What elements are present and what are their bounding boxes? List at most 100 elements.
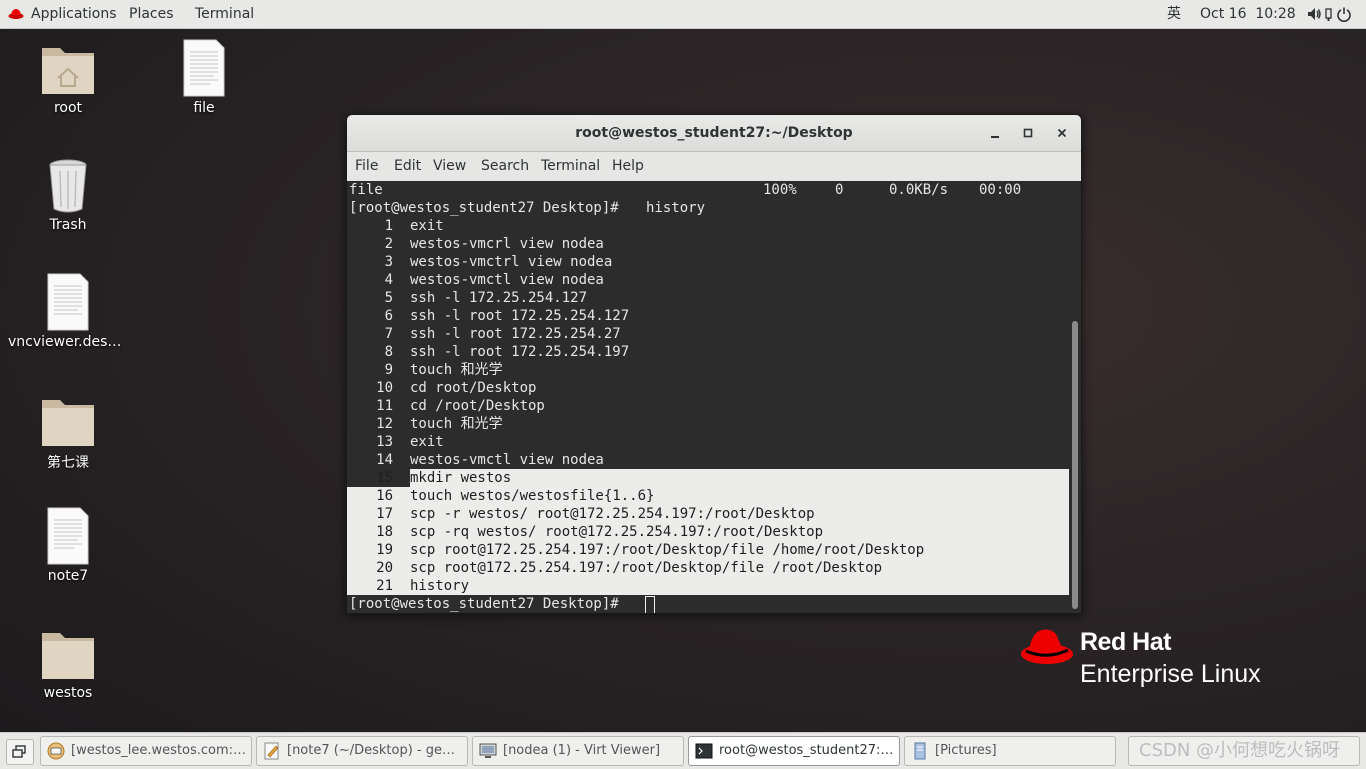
csdn-watermark: CSDN @小何想吃火锅呀 bbox=[1128, 736, 1360, 766]
history-command: scp root@172.25.254.197:/root/Desktop/fi… bbox=[410, 560, 883, 576]
folder-icon bbox=[42, 633, 94, 679]
transfer-filename: file bbox=[349, 182, 383, 198]
shell-command: history bbox=[646, 200, 706, 216]
history-command: ssh -l root 172.25.254.127 bbox=[410, 308, 630, 324]
desktop-icon-note7[interactable]: note7 bbox=[8, 506, 128, 584]
history-number: 2 bbox=[384, 236, 393, 252]
desktop-icon-trash[interactable]: Trash bbox=[8, 155, 128, 233]
brand-name: Red Hat bbox=[1080, 628, 1171, 656]
maximize-icon[interactable] bbox=[1020, 125, 1036, 141]
menu-file[interactable]: File bbox=[355, 152, 378, 180]
history-number: 11 bbox=[376, 398, 393, 414]
history-command: ssh -l root 172.25.254.27 bbox=[410, 326, 621, 342]
history-command: westos-vmctl view nodea bbox=[410, 272, 604, 288]
terminal-window[interactable]: root@westos_student27:~/Desktop File Edi… bbox=[346, 114, 1082, 614]
desktop-icon-lesson7[interactable]: 第七课 bbox=[8, 390, 128, 472]
taskbar-item-vnc[interactable]: [westos_lee.westos.com:8 … bbox=[40, 736, 252, 766]
text-editor-icon bbox=[264, 742, 279, 760]
history-number: 18 bbox=[376, 524, 393, 540]
applications-menu[interactable]: Applications bbox=[31, 0, 117, 28]
desktop-icon-vncviewer[interactable]: vncviewer.deskt… bbox=[8, 272, 128, 350]
history-command: ssh -l root 172.25.254.197 bbox=[410, 344, 630, 360]
transfer-percent: 100% bbox=[763, 182, 797, 198]
menu-view[interactable]: View bbox=[433, 152, 466, 180]
terminal-app-menu[interactable]: Terminal bbox=[195, 0, 254, 28]
history-command: touch westos/westosfile{1..6} bbox=[410, 488, 655, 504]
document-icon bbox=[183, 39, 225, 97]
desktop-icon-label: vncviewer.deskt… bbox=[8, 334, 128, 350]
taskbar-item-label: [nodea (1) - Virt Viewer] bbox=[503, 743, 661, 758]
taskbar-item-gedit[interactable]: [note7 (~/Desktop) - gedit] bbox=[256, 736, 468, 766]
history-number: 1 bbox=[384, 218, 393, 234]
history-number: 15 bbox=[376, 470, 393, 486]
history-command: scp -r westos/ root@172.25.254.197:/root… bbox=[410, 506, 815, 522]
terminal-scrollbar[interactable] bbox=[1069, 181, 1081, 613]
taskbar-item-label: [Pictures] bbox=[935, 743, 997, 758]
vnc-icon bbox=[47, 742, 65, 760]
desktop-icon-label: 第七课 bbox=[47, 455, 89, 471]
taskbar-item-virt-viewer[interactable]: [nodea (1) - Virt Viewer] bbox=[472, 736, 684, 766]
scrollbar-thumb[interactable] bbox=[1072, 321, 1078, 609]
history-command: scp root@172.25.254.197:/root/Desktop/fi… bbox=[410, 542, 925, 558]
menu-search[interactable]: Search bbox=[481, 152, 529, 180]
history-command: westos-vmcrl view nodea bbox=[410, 236, 604, 252]
history-command: ssh -l 172.25.254.127 bbox=[410, 290, 588, 306]
history-command: mkdir westos bbox=[410, 470, 512, 486]
desktop-icon-westos[interactable]: westos bbox=[8, 623, 128, 701]
menu-help[interactable]: Help bbox=[612, 152, 644, 180]
close-icon[interactable] bbox=[1054, 125, 1070, 141]
top-panel: Applications Places Terminal 英 Oct 16 10… bbox=[0, 0, 1366, 29]
text-cursor bbox=[645, 596, 655, 613]
taskbar-item-files[interactable]: [Pictures] bbox=[904, 736, 1116, 766]
history-number: 7 bbox=[384, 326, 393, 342]
history-command: westos-vmctrl view nodea bbox=[410, 254, 613, 270]
desktop-icon-label: file bbox=[193, 100, 215, 116]
network-icon[interactable] bbox=[1325, 6, 1333, 22]
bottom-taskbar: [westos_lee.westos.com:8 … [note7 (~/Des… bbox=[0, 732, 1366, 769]
minimize-icon[interactable] bbox=[987, 125, 1003, 141]
trash-icon bbox=[49, 159, 87, 213]
file-manager-icon bbox=[914, 742, 926, 760]
desktop-icon-label: note7 bbox=[47, 568, 89, 584]
history-number: 8 bbox=[384, 344, 393, 360]
taskbar-item-label: root@westos_student27:~… bbox=[719, 743, 895, 758]
terminal-output[interactable]: file 100% 0 0.0KB/s 00:00 [root@westos_s… bbox=[347, 181, 1069, 613]
transfer-rate: 0.0KB/s bbox=[889, 182, 949, 198]
history-number: 14 bbox=[376, 452, 393, 468]
history-command: westos-vmctl view nodea bbox=[410, 452, 604, 468]
product-name: Enterprise Linux bbox=[1080, 660, 1261, 688]
transfer-time: 00:00 bbox=[979, 182, 1022, 198]
desktop-icon-root[interactable]: root bbox=[8, 38, 128, 116]
desktop-icon-label: root bbox=[53, 100, 83, 116]
history-number: 4 bbox=[384, 272, 393, 288]
menu-edit[interactable]: Edit bbox=[394, 152, 421, 180]
history-number: 10 bbox=[376, 380, 393, 396]
history-number: 12 bbox=[376, 416, 393, 432]
history-command: history bbox=[410, 578, 470, 594]
document-icon bbox=[47, 507, 89, 565]
home-folder-icon bbox=[42, 48, 94, 94]
taskbar-item-terminal[interactable]: root@westos_student27:~… bbox=[688, 736, 900, 766]
history-command: scp -rq westos/ root@172.25.254.197:/roo… bbox=[410, 524, 824, 540]
redhat-logo: Red Hat Enterprise Linux bbox=[1020, 626, 1290, 696]
history-number: 20 bbox=[376, 560, 393, 576]
redhat-hat-icon bbox=[1021, 629, 1073, 664]
menu-terminal[interactable]: Terminal bbox=[541, 152, 600, 180]
history-number: 13 bbox=[376, 434, 393, 450]
volume-icon[interactable] bbox=[1306, 6, 1322, 22]
taskbar-item-label: [note7 (~/Desktop) - gedit] bbox=[287, 743, 463, 758]
watermark-text: CSDN @小何想吃火锅呀 bbox=[1139, 740, 1341, 761]
places-menu[interactable]: Places bbox=[129, 0, 174, 28]
history-command: touch 和光学 bbox=[410, 416, 503, 432]
window-titlebar[interactable]: root@westos_student27:~/Desktop bbox=[347, 115, 1081, 152]
desktop-icon-file[interactable]: file bbox=[144, 38, 264, 116]
history-number: 19 bbox=[376, 542, 393, 558]
input-method-indicator[interactable]: 英 bbox=[1167, 0, 1181, 28]
taskbar-item-label: [westos_lee.westos.com:8 … bbox=[71, 743, 247, 758]
desktop-icon-label: westos bbox=[43, 685, 93, 701]
folder-icon bbox=[42, 400, 94, 446]
power-icon[interactable] bbox=[1336, 6, 1352, 22]
clock[interactable]: Oct 16 10:28 bbox=[1200, 0, 1296, 28]
show-desktop-button[interactable] bbox=[6, 739, 34, 765]
history-number: 3 bbox=[384, 254, 393, 270]
